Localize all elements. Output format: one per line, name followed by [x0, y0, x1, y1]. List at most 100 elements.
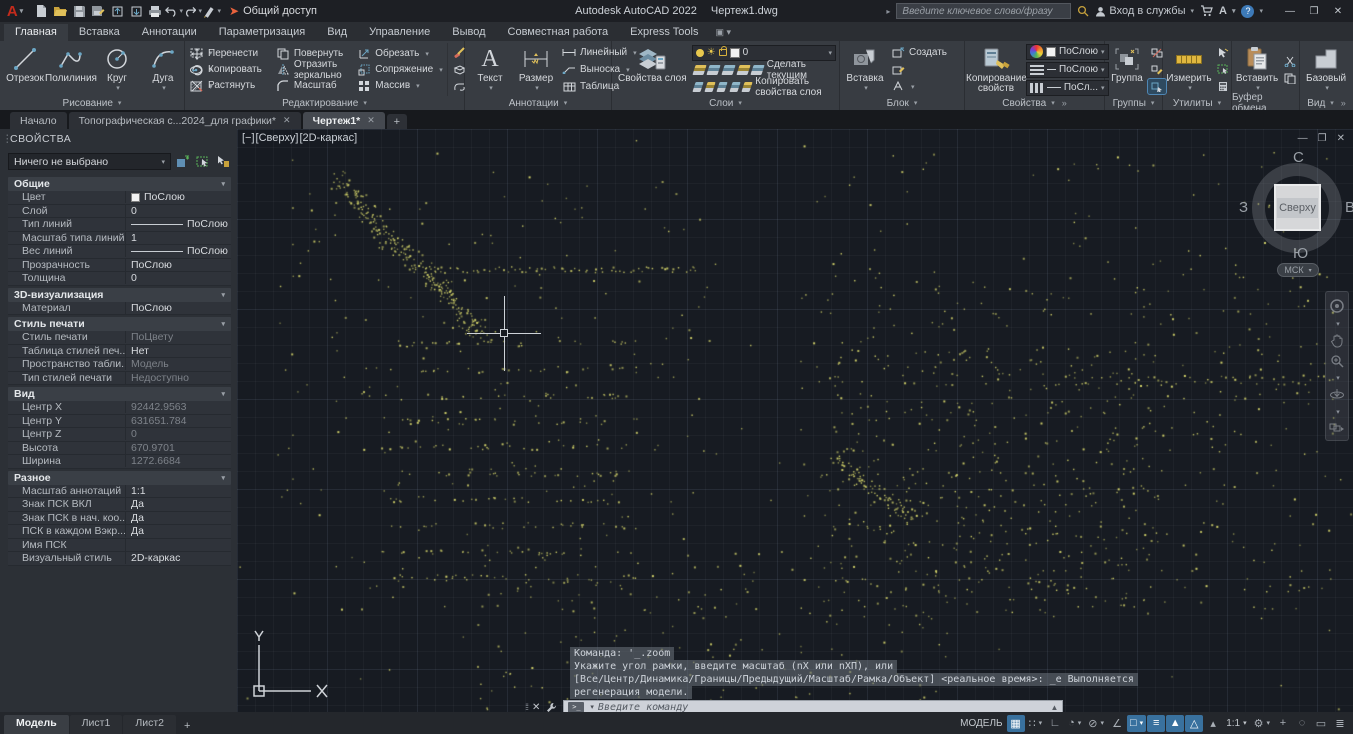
property-row[interactable]: Знак ПСК ВКЛДа	[8, 498, 231, 512]
navigation-wheel-icon[interactable]	[1329, 298, 1345, 314]
workspace-switching-icon[interactable]: ⚙▾	[1251, 715, 1273, 732]
create-block-button[interactable]: Создать	[889, 45, 949, 60]
palette-section-2[interactable]: 3D-визуализация▾	[8, 288, 231, 302]
customize-menu-icon[interactable]: ≣	[1331, 715, 1349, 732]
trim-button[interactable]: Растянуть	[188, 78, 264, 93]
property-row[interactable]: Имя ПСК	[8, 539, 231, 553]
show-motion-icon[interactable]	[1329, 422, 1345, 434]
viewport-visual-style-control[interactable]: [2D-каркас]	[299, 132, 357, 144]
object-snap-icon[interactable]: □▾	[1127, 715, 1146, 732]
rotate-button[interactable]: Копировать	[188, 62, 264, 77]
property-row[interactable]: Стиль печатиПоЦвету	[8, 331, 231, 345]
line-button[interactable]: Отрезок	[3, 43, 47, 96]
annotation-visibility-icon[interactable]: ▲	[1166, 715, 1184, 732]
property-row[interactable]: Пространство табли...Модель	[8, 358, 231, 372]
panel-title-modify[interactable]: Редактирование▾	[185, 96, 464, 110]
ribbon-tab-1[interactable]: Главная	[4, 24, 68, 41]
property-row[interactable]: ПСК в каждом Вэкр...Да	[8, 525, 231, 539]
panel-title-view[interactable]: Вид▾»	[1300, 96, 1353, 110]
save-icon[interactable]	[70, 2, 88, 20]
panel-title-utilities[interactable]: Утилиты▾	[1163, 96, 1231, 110]
panel-title-annotation[interactable]: Аннотации▾	[465, 96, 611, 110]
close-button[interactable]: ✕	[1327, 6, 1349, 17]
property-row[interactable]: Слой0	[8, 205, 231, 219]
batch-plot-icon[interactable]: ▾	[203, 2, 221, 20]
property-row[interactable]: Тип линийПоСлою	[8, 218, 231, 232]
snap-mode-icon[interactable]: ∷▾	[1026, 715, 1046, 732]
panel-title-properties[interactable]: Свойства▾»	[965, 96, 1104, 110]
file-tab-1[interactable]: Начало	[10, 112, 67, 129]
object-snap-tracking-icon[interactable]: ∠	[1108, 715, 1126, 732]
ribbon-tab-2[interactable]: Вставка	[68, 24, 131, 41]
polyline-button[interactable]: Полилиния	[49, 43, 93, 96]
doc-close-button[interactable]: ✕	[1337, 133, 1345, 144]
array-button[interactable]: Массив▾	[355, 78, 445, 93]
ribbon-tab-5[interactable]: Вид	[316, 24, 358, 41]
isometric-drafting-icon[interactable]: ⊘▾	[1085, 715, 1107, 732]
group-button[interactable]: Группа	[1108, 43, 1146, 96]
layer-properties-button[interactable]: Свойства слоя	[615, 43, 690, 96]
ribbon-tab-9[interactable]: Express Tools	[619, 24, 709, 41]
object-color-dropdown[interactable]: ПоСлою▾	[1026, 44, 1109, 60]
layout-tab-Лист1[interactable]: Лист1	[70, 715, 123, 734]
open-file-icon[interactable]	[51, 2, 69, 20]
cut-button[interactable]	[1281, 54, 1299, 69]
save-as-icon[interactable]	[89, 2, 107, 20]
ribbon-tab-8[interactable]: Совместная работа	[497, 24, 620, 41]
pan-icon[interactable]	[1330, 334, 1344, 348]
ortho-mode-icon[interactable]: ∟	[1046, 715, 1064, 732]
ribbon-overflow-icon[interactable]: »	[1341, 98, 1346, 108]
viewcube-west[interactable]: З	[1239, 199, 1248, 216]
panel-title-draw[interactable]: Рисование▾	[0, 96, 184, 110]
viewcube-east[interactable]: В	[1345, 199, 1353, 216]
viewcube-south[interactable]: Ю	[1293, 245, 1308, 262]
mirror-button[interactable]: Отразить зеркально	[274, 62, 345, 77]
drawing-area[interactable]: [−] [Сверху] [2D-каркас] — ❐ ✕ С Ю З В С…	[237, 129, 1353, 712]
doc-restore-button[interactable]: ❐	[1318, 133, 1327, 144]
command-prompt-icon[interactable]: >_	[568, 702, 584, 713]
save-to-web-icon[interactable]	[127, 2, 145, 20]
panel-title-block[interactable]: Блок▾	[840, 96, 964, 110]
undo-icon[interactable]: ▾	[165, 2, 183, 20]
file-tab-close-icon[interactable]: ✕	[283, 115, 291, 126]
ucs-icon[interactable]	[245, 627, 335, 705]
ribbon-display-toggle-icon[interactable]: ▣ ▾	[715, 27, 731, 41]
property-row[interactable]: Ширина1272.6684	[8, 455, 231, 469]
panel-title-clipboard[interactable]: Буфер обмена	[1232, 96, 1299, 110]
linetype-dropdown[interactable]: ПоСл...▾	[1026, 80, 1109, 96]
panel-launcher-icon[interactable]: »	[1062, 98, 1067, 108]
property-row[interactable]: Таблица стилей печ...Нет	[8, 345, 231, 359]
point-cloud-canvas[interactable]	[237, 129, 1353, 712]
text-button[interactable]: A Текст▾	[468, 43, 512, 96]
arc-button[interactable]: Дуга▾	[141, 43, 185, 96]
zoom-icon[interactable]	[1330, 354, 1345, 369]
minimize-button[interactable]: —	[1279, 6, 1301, 17]
collapse-arrow-icon[interactable]: ▸	[886, 7, 890, 16]
property-row[interactable]: Визуальный стиль2D-каркас	[8, 552, 231, 566]
select-window-button[interactable]	[1214, 62, 1232, 77]
app-store-cart-icon[interactable]	[1200, 5, 1213, 17]
layout-tab-Лист2[interactable]: Лист2	[123, 715, 176, 734]
select-objects-icon[interactable]	[194, 154, 211, 170]
command-close-icon[interactable]: ✕	[532, 702, 540, 713]
property-row[interactable]: Центр Y631651.784	[8, 415, 231, 429]
dimension-button[interactable]: Размер▾	[514, 43, 558, 96]
quick-calc-button[interactable]	[1214, 79, 1232, 94]
file-tab-2[interactable]: Топографическая с...2024_для графики*✕	[69, 112, 301, 129]
layout-tab-Модель[interactable]: Модель	[4, 715, 69, 734]
ribbon-tab-6[interactable]: Управление	[358, 24, 441, 41]
property-row[interactable]: Вес линийПоСлою	[8, 245, 231, 259]
property-row[interactable]: Центр X92442.9563	[8, 401, 231, 415]
orbit-icon[interactable]	[1329, 388, 1345, 402]
new-layout-button[interactable]: +	[177, 718, 197, 734]
dock-grip-icon[interactable]: ⁞⁞	[525, 702, 528, 712]
palette-section-1[interactable]: Общие▾	[8, 177, 231, 191]
new-drawing-tab-button[interactable]: +	[387, 114, 407, 129]
plot-icon[interactable]	[146, 2, 164, 20]
command-input-bar[interactable]: >_ ▾ ▲	[563, 700, 1063, 713]
circle-button[interactable]: Круг▾	[95, 43, 139, 96]
model-space-toggle[interactable]: МОДЕЛЬ	[957, 715, 1005, 732]
paste-button[interactable]: Вставить▾	[1235, 43, 1279, 96]
palette-section-3[interactable]: Стиль печати▾	[8, 317, 231, 331]
command-history-up-icon[interactable]: ▲	[1050, 703, 1058, 712]
